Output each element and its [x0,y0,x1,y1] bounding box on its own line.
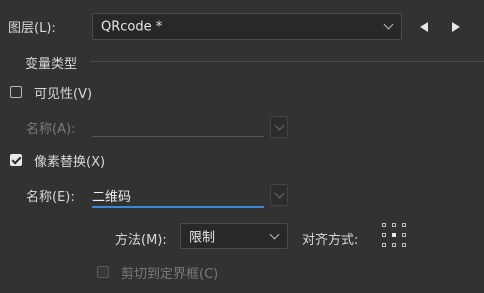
pixel-replace-label[interactable]: 像素替换(X) [34,151,105,170]
layer-select[interactable]: QRcode * [92,13,402,40]
visibility-name-dropdown [270,116,288,138]
layer-select-value: QRcode * [101,19,163,34]
chevron-down-icon [383,19,394,30]
clip-checkbox [97,266,109,278]
visibility-name-input [92,113,264,135]
pixel-replace-name-underline [92,206,264,208]
clip-label: 剪切到定界框(C) [121,267,219,282]
section-divider [90,61,484,62]
method-select-value: 限制 [189,230,216,246]
previous-layer-button[interactable] [420,22,428,32]
pixel-replace-name-value: 二维码 [92,190,132,205]
next-layer-button[interactable] [452,22,460,32]
visibility-checkbox[interactable] [10,86,22,98]
chevron-down-icon [274,120,285,131]
pixel-replace-checkbox[interactable] [10,154,22,166]
layer-label: 图层(L): [8,21,56,36]
visibility-name-label: 名称(A): [26,122,76,137]
method-select[interactable]: 限制 [180,223,288,249]
align-label: 对齐方式: [302,233,359,248]
pixel-replace-name-dropdown[interactable] [270,184,288,206]
method-label: 方法(M): [115,233,167,248]
chevron-down-icon [269,229,280,240]
pixel-replace-name-label: 名称(E): [26,190,75,205]
align-grid-icon[interactable] [382,223,406,247]
visibility-name-underline [92,136,264,137]
visibility-label[interactable]: 可见性(V) [34,83,92,102]
variable-types-title: 变量类型 [25,57,78,72]
chevron-down-icon [274,188,285,199]
pixel-replace-name-input[interactable]: 二维码 [92,183,264,205]
